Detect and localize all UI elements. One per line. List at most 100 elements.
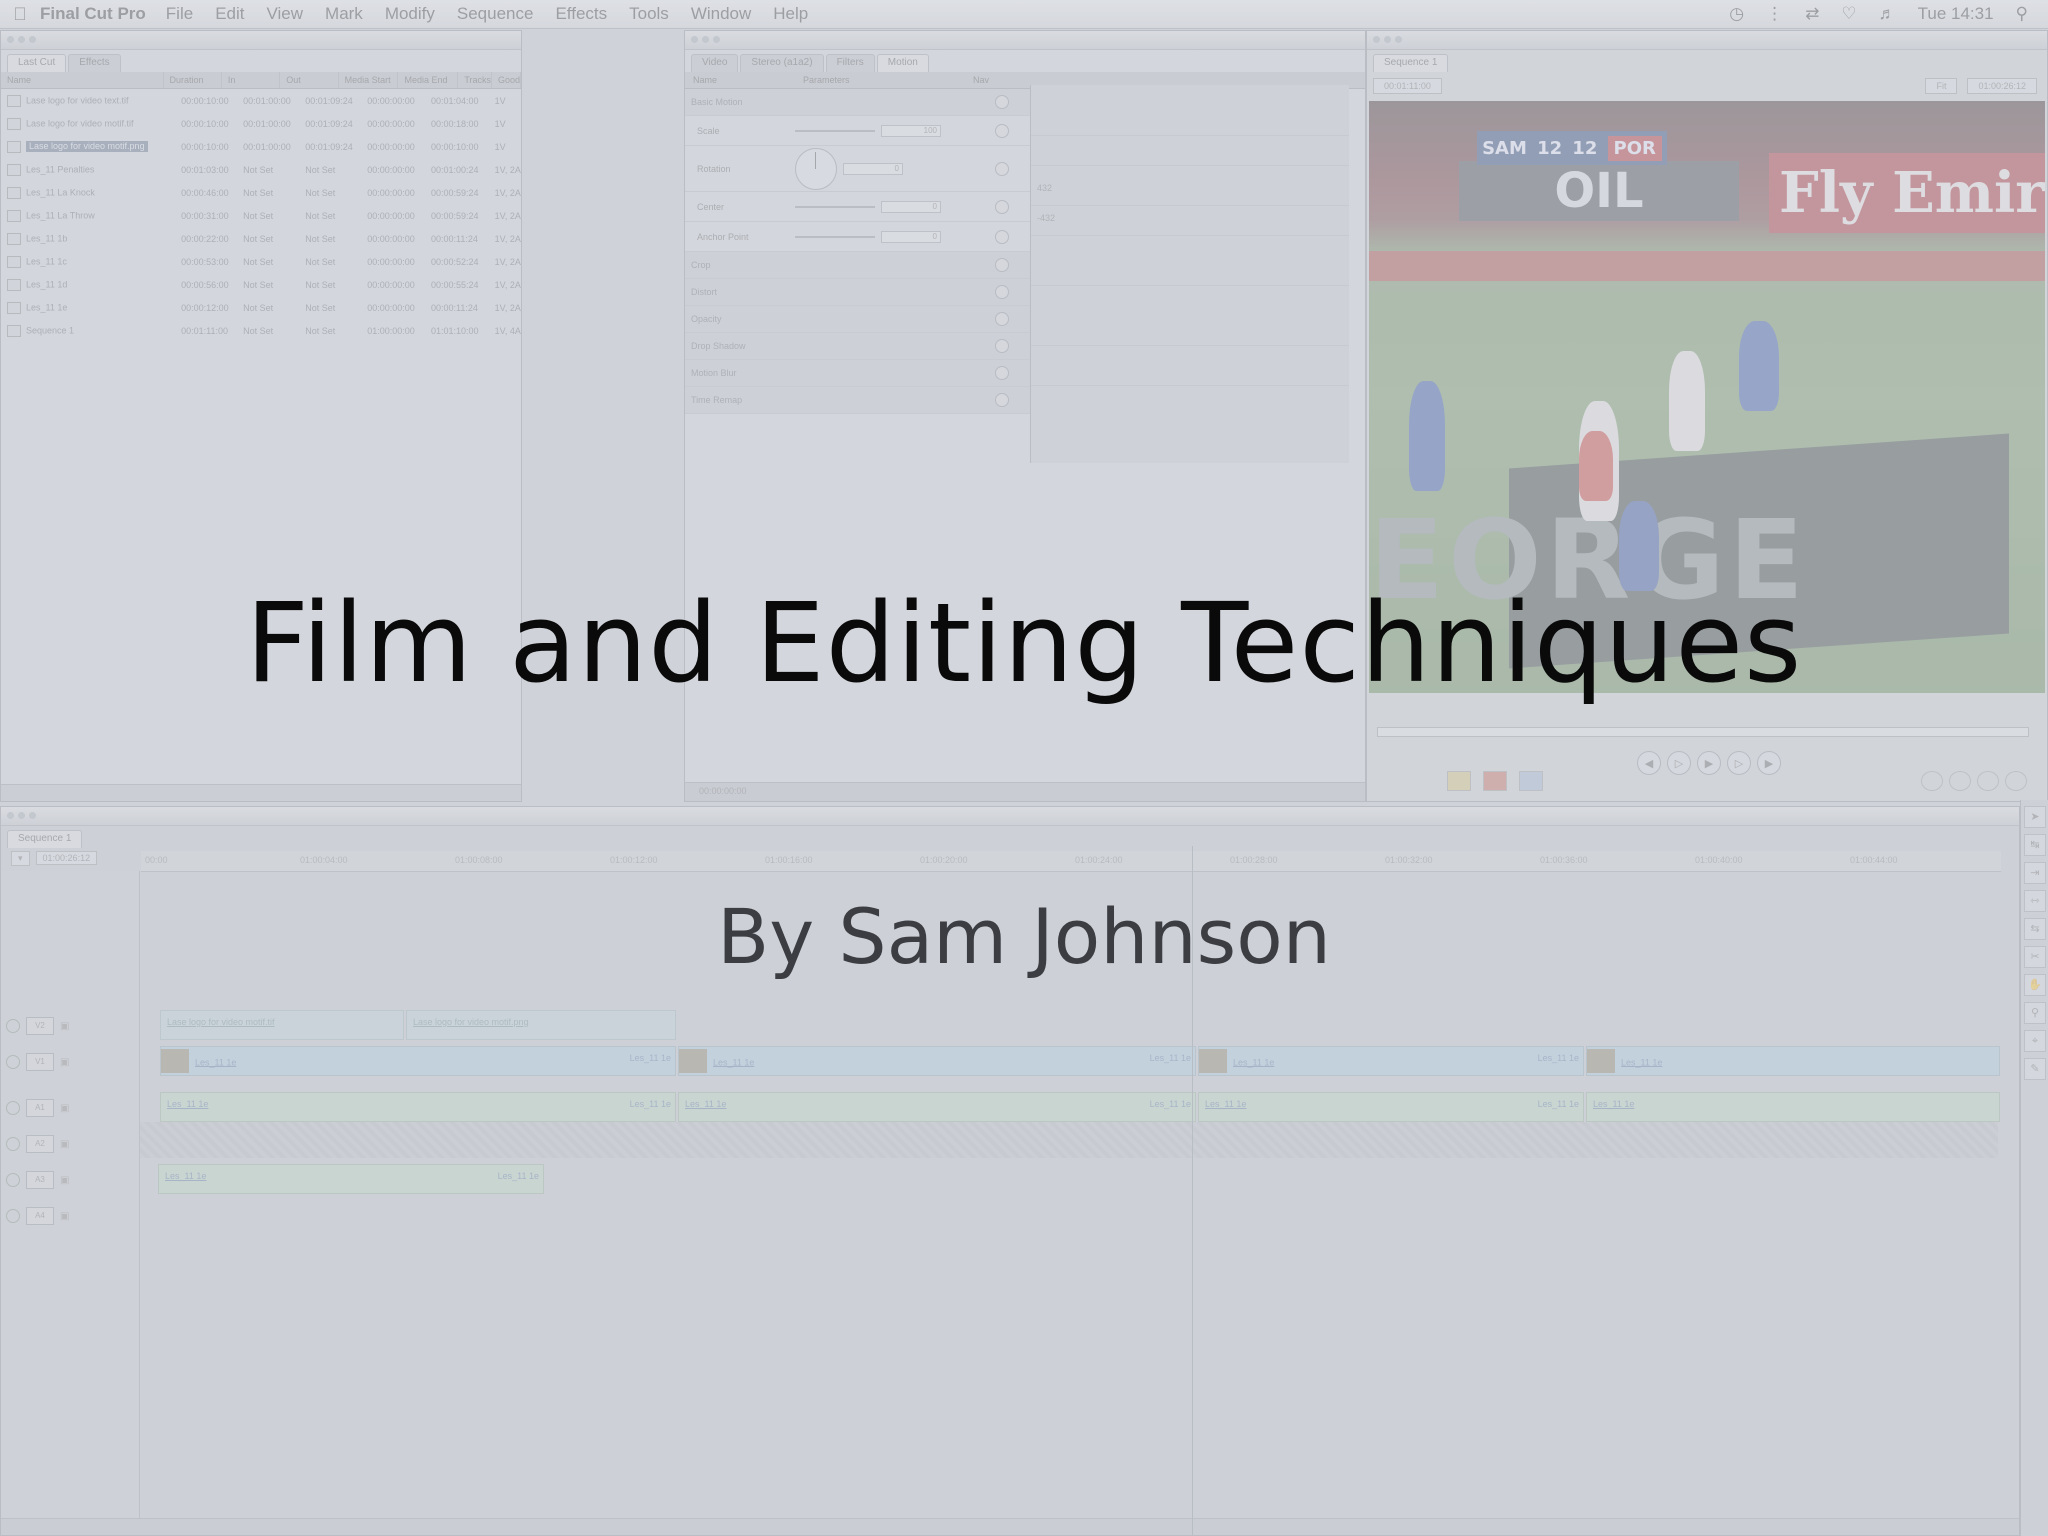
param-value-field[interactable]: 0 [881,230,941,243]
insert-edit-icon[interactable] [1447,771,1471,791]
timeline-ruler[interactable]: 00:00 01:00:04:00 01:00:08:00 01:00:12:00 01… [141,851,2001,872]
browser-row[interactable]: Sequence 1 00:01:11:00 Not Set Not Set 01:00… [1,319,521,342]
zoom-window-icon[interactable] [1395,36,1402,43]
zoom-window-icon[interactable] [29,36,36,43]
play-around-icon[interactable]: ▷ [1727,751,1751,775]
menu-help[interactable]: Help [773,4,808,24]
overwrite-edit-icon[interactable] [1483,771,1507,791]
track-v1-label[interactable]: V1 [26,1053,54,1071]
track-v2-label[interactable]: V2 [26,1017,54,1035]
canvas-titlebar[interactable] [1367,31,2047,50]
param-slider[interactable] [795,205,875,208]
track-visibility-icon[interactable] [6,1055,20,1069]
canvas-scrubber[interactable] [1377,727,2029,737]
match-frame-icon[interactable] [1921,771,1943,791]
canvas-current-timecode[interactable]: 01:00:26:12 [1967,78,2037,94]
browser-row[interactable]: Les_11 1e 00:00:12:00 Not Set Not Set 00:00:… [1,296,521,319]
reset-param-icon[interactable] [995,366,1009,380]
sync-status-icon[interactable]: ⇄ [1805,4,1819,24]
lock-icon[interactable]: ▣ [60,1021,69,1032]
lock-icon[interactable]: ▣ [60,1211,69,1222]
param-value-field[interactable]: 0 [843,162,903,175]
param-value-field[interactable]: 0 [881,200,941,213]
rt-menu[interactable]: ▾ [11,850,30,866]
timeline-clip-a1[interactable]: Les_11 1e Les_11 1e [160,1092,676,1122]
column-out[interactable]: Out [280,72,339,88]
motion-param-row[interactable]: Distort [685,279,1030,306]
timeline-clip-a1[interactable]: Les_11 1e Les_11 1e [1198,1092,1584,1122]
motion-param-row[interactable]: Drop Shadow [685,333,1030,360]
keyframe-graph[interactable]: 432 -432 [1030,85,1349,463]
rotation-dial[interactable] [795,147,837,190]
column-tracks[interactable]: Tracks [458,72,492,88]
reset-param-icon[interactable] [995,161,1009,176]
tab-video[interactable]: Video [691,54,739,72]
track-a1-label[interactable]: A1 [26,1099,54,1117]
browser-row[interactable]: Les_11 La Throw 00:00:31:00 Not Set Not Set… [1,204,521,227]
tab-effects[interactable]: Effects [68,54,121,72]
lock-icon[interactable]: ▣ [60,1175,69,1186]
column-name[interactable]: Name [1,72,164,88]
browser-titlebar[interactable] [1,31,521,50]
column-good[interactable]: Good [492,72,521,88]
browser-row[interactable]: Les_11 1c 00:00:53:00 Not Set Not Set 00:00:… [1,250,521,273]
close-window-icon[interactable] [7,36,14,43]
motion-param-row[interactable]: Rotation 0 [685,146,1030,192]
menu-file[interactable]: File [166,4,193,24]
play-icon[interactable]: ▶ [1697,751,1721,775]
track-visibility-icon[interactable] [6,1173,20,1187]
menu-modify[interactable]: Modify [385,4,435,24]
track-visibility-icon[interactable] [6,1137,20,1151]
timeline-timecode[interactable]: 01:00:26:12 [35,851,98,865]
add-marker-icon[interactable] [2005,771,2027,791]
close-window-icon[interactable] [7,812,14,819]
timeline-clip-v1[interactable]: Les_11 1e Les_11 1e [1198,1046,1584,1076]
lock-icon[interactable]: ▣ [60,1139,69,1150]
canvas-duration-timecode[interactable]: 00:01:11:00 [1373,78,1442,94]
reset-param-icon[interactable] [995,199,1009,214]
param-slider[interactable] [795,129,875,132]
browser-row[interactable]: Lase logo for video text.tif 00:00:10:00 0… [1,89,521,112]
reset-param-icon[interactable] [995,123,1009,138]
volume-status-icon[interactable]: ♬ [1879,4,1896,24]
apple-menu-icon[interactable]:  [0,4,40,25]
close-window-icon[interactable] [691,36,698,43]
close-window-icon[interactable] [1373,36,1380,43]
timeline-titlebar[interactable] [1,807,2019,826]
zoom-window-icon[interactable] [713,36,720,43]
track-visibility-icon[interactable] [6,1019,20,1033]
tab-timeline-sequence[interactable]: Sequence 1 [7,830,83,848]
timeline-clip-a3[interactable]: Les_11 1e Les_11 1e [158,1164,544,1194]
timeline-clip-a1[interactable]: Les_11 1e [1586,1092,2000,1122]
tab-last-cut[interactable]: Last Cut [7,54,67,72]
minimize-window-icon[interactable] [1384,36,1391,43]
menubar-clock[interactable]: Tue 14:31 [1918,4,1994,24]
browser-row[interactable]: Les_11 La Knock 00:00:46:00 Not Set Not Set… [1,181,521,204]
play-in-out-icon[interactable]: ▷ [1667,751,1691,775]
param-slider[interactable] [795,235,875,238]
track-a4-label[interactable]: A4 [26,1207,54,1225]
replace-edit-icon[interactable] [1519,771,1543,791]
timeline-clip-v1[interactable]: Les_11 1e [1586,1046,2000,1076]
reset-param-icon[interactable] [995,285,1009,299]
viewer-titlebar[interactable] [685,31,1365,50]
track-visibility-icon[interactable] [6,1101,20,1115]
menu-app-name[interactable]: Final Cut Pro [40,4,146,24]
tab-motion[interactable]: Motion [876,54,929,72]
tab-canvas-sequence[interactable]: Sequence 1 [1373,54,1449,72]
mark-out-icon[interactable] [1977,771,1999,791]
column-media-end[interactable]: Media End [398,72,459,88]
motion-param-row[interactable]: Scale 100 [685,116,1030,146]
reset-param-icon[interactable] [995,258,1009,272]
browser-scrollbar[interactable] [1,784,521,801]
motion-param-row[interactable]: Center 0 [685,192,1030,222]
menu-window[interactable]: Window [691,4,751,24]
tab-stereo[interactable]: Stereo (a1a2) [740,54,824,72]
timeline-clip-v2[interactable]: Lase logo for video motif.png [406,1010,676,1040]
menu-tools[interactable]: Tools [629,4,669,24]
timeline-scrollbar[interactable] [1,1518,2019,1535]
motion-param-row[interactable]: Basic Motion [685,89,1030,116]
wifi-status-icon[interactable]: ♡ [1841,4,1856,24]
minimize-window-icon[interactable] [702,36,709,43]
timeline-clip-v2[interactable]: Lase logo for video motif.tif [160,1010,404,1040]
